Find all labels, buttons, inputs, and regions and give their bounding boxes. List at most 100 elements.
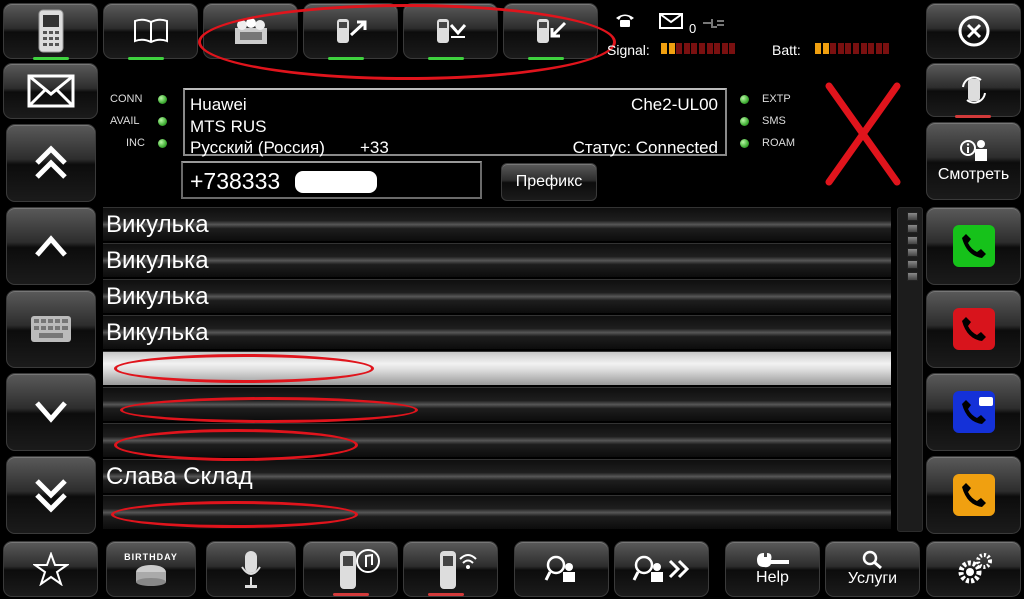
hangup-button[interactable] (926, 290, 1021, 368)
phone-wifi-button[interactable] (403, 541, 498, 597)
phone-wifi-icon (439, 551, 477, 589)
meter-segment (845, 43, 852, 54)
telephone-icon (616, 14, 634, 27)
meter-segment (868, 43, 875, 54)
view-button[interactable]: Смотреть (926, 122, 1021, 200)
sync-indicator (955, 115, 991, 118)
meter-segment (822, 43, 829, 54)
close-button[interactable] (926, 3, 1021, 59)
phone-wifi-indicator (428, 593, 464, 596)
avail-label: AVAIL (110, 115, 140, 127)
phone-device-button[interactable] (3, 3, 98, 59)
incoming-calls-button[interactable] (503, 3, 598, 59)
list-item[interactable]: Викулька (103, 243, 891, 277)
sync-phone-icon (961, 76, 986, 104)
call-button[interactable] (926, 207, 1021, 285)
phone-music-icon (339, 549, 380, 589)
list-item[interactable]: Викулька (103, 315, 891, 349)
device-model: Che2-UL00 (631, 95, 718, 114)
meter-segment (706, 43, 713, 54)
page-down-button[interactable] (6, 456, 96, 534)
scrollbar-thumb-segment (907, 260, 918, 269)
annotation-red-x (825, 82, 901, 186)
meter-segment (661, 43, 667, 54)
help-label: Help (756, 569, 789, 586)
search-person-icon (544, 555, 575, 582)
scroll-down-button[interactable] (6, 373, 96, 451)
birthday-button[interactable]: BIRTHDAY (106, 541, 196, 597)
messages-button[interactable] (3, 63, 98, 119)
settings-button[interactable] (926, 541, 1021, 597)
conference-call-button[interactable] (926, 456, 1021, 534)
page-up-button[interactable] (6, 124, 96, 202)
meter-segment (699, 43, 705, 54)
power-plug-icon (703, 19, 724, 28)
missed-calls-indicator (428, 57, 464, 60)
book-icon (133, 18, 168, 44)
phone-number-input[interactable]: +738333 (181, 161, 482, 199)
contact-name: Викулька (106, 319, 209, 346)
emergency-call-button[interactable] (926, 373, 1021, 451)
connection-status: Статус: Connected (572, 138, 718, 157)
incoming-calls-indicator (528, 57, 564, 60)
search-person-next-icon (632, 555, 689, 582)
outgoing-call-icon (336, 19, 366, 43)
scroll-up-button[interactable] (6, 207, 96, 285)
list-item[interactable] (103, 495, 891, 529)
extp-label: EXTP (762, 93, 791, 105)
contact-groups-button[interactable] (203, 3, 298, 59)
list-item[interactable] (103, 423, 891, 457)
scrollbar-thumb-segment (907, 224, 918, 233)
list-item[interactable]: Слава Склад (103, 459, 891, 493)
meter-segment (691, 43, 698, 54)
incoming-call-icon (536, 19, 566, 43)
language: Русский (Россия) (190, 138, 325, 157)
roam-label: ROAM (762, 137, 795, 149)
keyboard-button[interactable] (6, 290, 96, 368)
gear-icon (958, 553, 992, 584)
sync-button[interactable] (926, 63, 1021, 117)
red-phone-icon (952, 308, 995, 350)
star-icon (32, 552, 69, 586)
conn-label: CONN (110, 93, 143, 105)
meter-segment (668, 43, 675, 54)
scrollbar-thumb-segment (907, 248, 918, 257)
list-item[interactable]: Викулька (103, 279, 891, 313)
meter-segment (853, 43, 859, 54)
meter-segment (676, 43, 683, 54)
list-item[interactable]: Викулька (103, 207, 891, 241)
device-info-panel: Huawei Che2-UL00 MTS RUS Русский (Россия… (183, 88, 727, 157)
microphone-icon (241, 551, 261, 588)
sms-label: SMS (762, 115, 786, 127)
search-contact-button[interactable] (514, 541, 609, 597)
search-next-button[interactable] (614, 541, 709, 597)
help-button[interactable]: Help (725, 541, 820, 597)
contact-name: Слава Склад (106, 463, 253, 490)
green-phone-icon (952, 225, 995, 267)
scrollbar-thumb-segment (907, 272, 918, 281)
phone-media-button[interactable] (303, 541, 398, 597)
search-icon (862, 550, 882, 570)
phone-media-indicator (333, 593, 369, 596)
prefix-button[interactable]: Префикс (501, 163, 597, 201)
view-button-label: Смотреть (937, 166, 1010, 183)
services-label: Услуги (847, 570, 898, 587)
inc-label: INC (126, 137, 145, 149)
orange-phone-icon (952, 474, 995, 516)
meter-segment (837, 43, 844, 54)
phone-number-value: +738333 (190, 168, 281, 194)
scrollbar-thumb-segment (907, 212, 918, 221)
outgoing-calls-button[interactable] (303, 3, 398, 59)
conn-led (158, 95, 167, 104)
services-button[interactable]: Услуги (825, 541, 920, 597)
favorites-button[interactable] (3, 541, 98, 597)
list-item-selected[interactable] (103, 351, 891, 385)
envelope-count: 0 (689, 21, 697, 36)
list-scrollbar[interactable] (897, 207, 923, 532)
missed-calls-button[interactable] (403, 3, 498, 59)
voice-button[interactable] (206, 541, 296, 597)
list-item[interactable] (103, 387, 891, 421)
contact-groups-icon (234, 18, 267, 44)
phonebook-button[interactable] (103, 3, 198, 59)
operator-name: MTS RUS (190, 117, 267, 136)
